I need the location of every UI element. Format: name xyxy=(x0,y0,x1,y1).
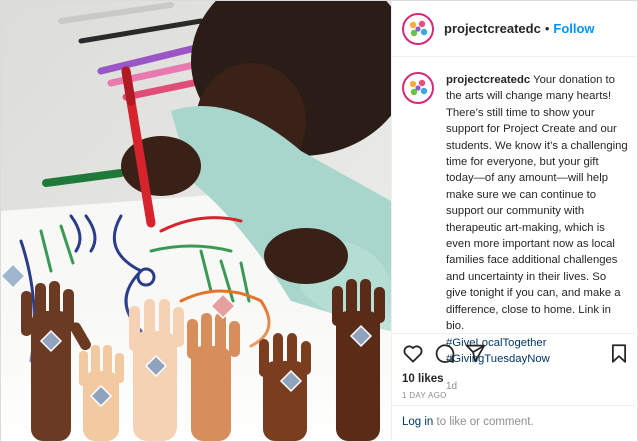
instagram-post: projectcreatedc • Follow projectcreatedc… xyxy=(0,0,638,442)
share-icon[interactable] xyxy=(465,343,486,364)
heart-icon[interactable] xyxy=(402,343,424,363)
caption-body: projectcreatedc Your donation to the art… xyxy=(446,72,628,392)
post-image[interactable] xyxy=(1,1,391,441)
separator-dot: • xyxy=(544,21,550,36)
action-icons xyxy=(402,340,628,366)
header-username[interactable]: projectcreatedc xyxy=(444,21,541,36)
hands-logo-icon xyxy=(402,12,434,45)
login-prompt: Log in to like or comment. xyxy=(392,405,638,441)
caption-text: Your donation to the arts will change ma… xyxy=(446,74,628,333)
caption-avatar[interactable] xyxy=(402,72,434,104)
comment-icon[interactable] xyxy=(434,343,455,364)
caption-section: projectcreatedc Your donation to the art… xyxy=(392,58,638,392)
caption-username[interactable]: projectcreatedc xyxy=(446,74,530,86)
hands-logo-icon xyxy=(402,72,434,104)
login-prompt-text: to like or comment. xyxy=(433,416,534,428)
post-sidebar: projectcreatedc • Follow projectcreatedc… xyxy=(391,1,638,441)
bookmark-icon[interactable] xyxy=(610,343,628,364)
action-bar: 10 likes 1 DAY AGO xyxy=(392,333,638,400)
like-count[interactable]: 10 likes xyxy=(402,373,628,385)
avatar[interactable] xyxy=(402,12,434,45)
child-drawing-photo xyxy=(1,1,391,441)
post-date: 1 DAY AGO xyxy=(402,391,447,400)
follow-button[interactable]: Follow xyxy=(553,21,594,36)
login-link[interactable]: Log in xyxy=(402,416,433,428)
post-header: projectcreatedc • Follow xyxy=(392,1,637,57)
